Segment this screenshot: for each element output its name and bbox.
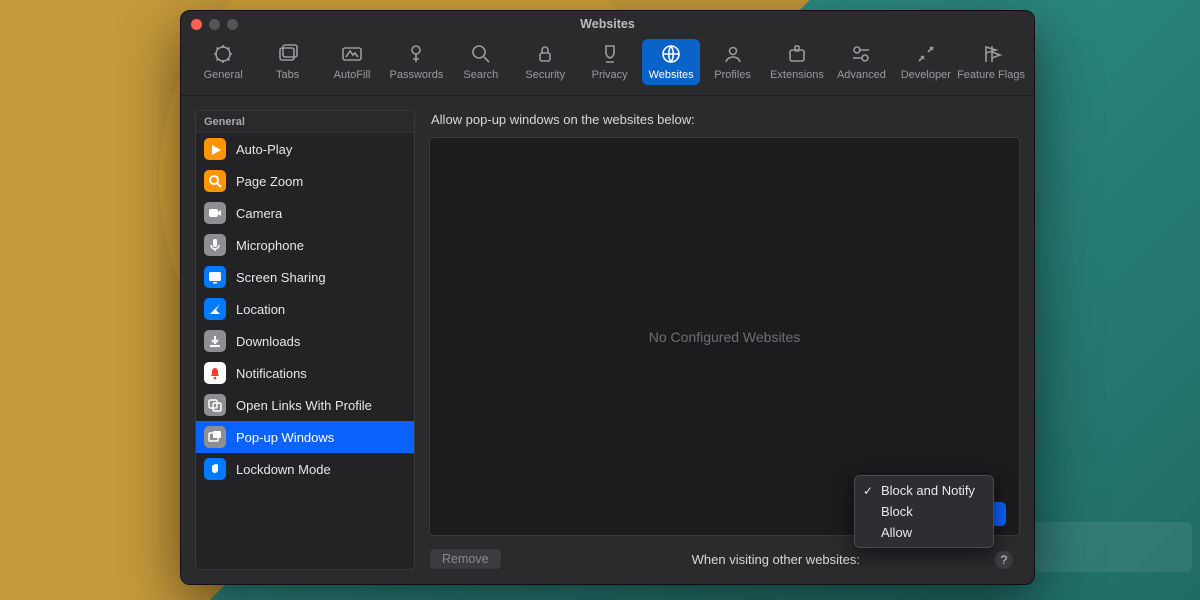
autofill-icon	[341, 43, 363, 65]
menu-item-0[interactable]: ✓ Block and Notify	[855, 480, 993, 501]
sidebar-item-label: Downloads	[236, 334, 300, 349]
tab-autofill[interactable]: AutoFill	[320, 39, 384, 81]
sidebar-item-hand[interactable]: Lockdown Mode	[196, 453, 414, 485]
traffic-lights	[191, 19, 238, 30]
tab-security[interactable]: Security	[513, 39, 577, 81]
sidebar-item-label: Notifications	[236, 366, 307, 381]
general-icon	[212, 43, 234, 65]
privacy-icon	[599, 43, 621, 65]
menu-item-label: Block	[881, 504, 913, 519]
sidebar-item-label: Pop-up Windows	[236, 430, 334, 445]
popup-icon	[204, 426, 226, 448]
tab-tabs[interactable]: Tabs	[255, 39, 319, 81]
tab-label: Security	[525, 69, 565, 81]
tab-advanced[interactable]: Advanced	[829, 39, 893, 81]
preferences-window: Websites General Tabs AutoFill Passwords…	[180, 10, 1035, 585]
sidebar-item-mic[interactable]: Microphone	[196, 229, 414, 261]
tab-label: Search	[463, 69, 498, 81]
toolbar: General Tabs AutoFill Passwords Search S…	[181, 37, 1034, 96]
zoom-icon[interactable]	[227, 19, 238, 30]
location-icon	[204, 298, 226, 320]
tab-label: General	[204, 69, 243, 81]
remove-button[interactable]: Remove	[429, 548, 502, 570]
dropdown-button-edge[interactable]	[994, 502, 1006, 526]
sidebar-list: Auto-Play Page Zoom Camera Microphone Sc…	[196, 133, 414, 569]
sidebar-item-play[interactable]: Auto-Play	[196, 133, 414, 165]
minimize-icon[interactable]	[209, 19, 220, 30]
mic-icon	[204, 234, 226, 256]
security-icon	[534, 43, 556, 65]
sidebar-item-label: Page Zoom	[236, 174, 303, 189]
screen-icon	[204, 266, 226, 288]
tab-label: Tabs	[276, 69, 299, 81]
advanced-icon	[850, 43, 872, 65]
sidebar-item-label: Screen Sharing	[236, 270, 326, 285]
tab-featureflags[interactable]: Feature Flags	[958, 39, 1024, 81]
menu-item-2[interactable]: Allow	[855, 522, 993, 543]
websites-icon	[660, 43, 682, 65]
hand-icon	[204, 458, 226, 480]
dropdown-menu: ✓ Block and Notify Block Allow	[854, 475, 994, 548]
tab-label: Websites	[649, 69, 694, 81]
tab-profiles[interactable]: Profiles	[700, 39, 764, 81]
titlebar: Websites	[181, 11, 1034, 37]
sidebar-section-header: General	[196, 111, 414, 133]
tab-extensions[interactable]: Extensions	[765, 39, 829, 81]
tabs-icon	[277, 43, 299, 65]
link-icon	[204, 394, 226, 416]
sidebar-item-label: Location	[236, 302, 285, 317]
tab-general[interactable]: General	[191, 39, 255, 81]
sidebar-item-zoom[interactable]: Page Zoom	[196, 165, 414, 197]
tab-label: Privacy	[592, 69, 628, 81]
sidebar-item-camera[interactable]: Camera	[196, 197, 414, 229]
sidebar-item-link[interactable]: Open Links With Profile	[196, 389, 414, 421]
sidebar-item-download[interactable]: Downloads	[196, 325, 414, 357]
developer-icon	[915, 43, 937, 65]
main-heading: Allow pop-up windows on the websites bel…	[429, 110, 1020, 137]
tab-label: Profiles	[714, 69, 751, 81]
profiles-icon	[722, 43, 744, 65]
tab-label: Developer	[901, 69, 951, 81]
tab-privacy[interactable]: Privacy	[577, 39, 641, 81]
tab-label: Advanced	[837, 69, 886, 81]
other-websites-label: When visiting other websites:	[692, 552, 860, 567]
zoom-icon	[204, 170, 226, 192]
sidebar-item-label: Microphone	[236, 238, 304, 253]
tab-search[interactable]: Search	[449, 39, 513, 81]
download-icon	[204, 330, 226, 352]
window-title: Websites	[181, 17, 1034, 31]
menu-item-1[interactable]: Block	[855, 501, 993, 522]
sidebar-item-label: Auto-Play	[236, 142, 292, 157]
background-panel	[1032, 522, 1192, 572]
camera-icon	[204, 202, 226, 224]
tab-passwords[interactable]: Passwords	[384, 39, 448, 81]
sidebar-item-label: Camera	[236, 206, 282, 221]
sidebar-item-label: Open Links With Profile	[236, 398, 372, 413]
play-icon	[204, 138, 226, 160]
bell-icon	[204, 362, 226, 384]
check-icon: ✓	[861, 484, 875, 498]
sidebar: General Auto-Play Page Zoom Camera Micro…	[195, 110, 415, 570]
sidebar-item-screen[interactable]: Screen Sharing	[196, 261, 414, 293]
sidebar-item-label: Lockdown Mode	[236, 462, 331, 477]
sidebar-item-popup[interactable]: Pop-up Windows	[196, 421, 414, 453]
tab-developer[interactable]: Developer	[894, 39, 958, 81]
tab-label: AutoFill	[334, 69, 371, 81]
help-button[interactable]: ?	[994, 550, 1014, 570]
sidebar-item-location[interactable]: Location	[196, 293, 414, 325]
passwords-icon	[405, 43, 427, 65]
tab-label: Feature Flags	[957, 69, 1025, 81]
empty-state-text: No Configured Websites	[649, 329, 800, 345]
search-icon	[470, 43, 492, 65]
extensions-icon	[786, 43, 808, 65]
featureflags-icon	[980, 43, 1002, 65]
menu-item-label: Block and Notify	[881, 483, 975, 498]
tab-label: Extensions	[770, 69, 824, 81]
tab-websites[interactable]: Websites	[642, 39, 701, 85]
sidebar-item-bell[interactable]: Notifications	[196, 357, 414, 389]
menu-item-label: Allow	[881, 525, 912, 540]
tab-label: Passwords	[390, 69, 444, 81]
close-icon[interactable]	[191, 19, 202, 30]
